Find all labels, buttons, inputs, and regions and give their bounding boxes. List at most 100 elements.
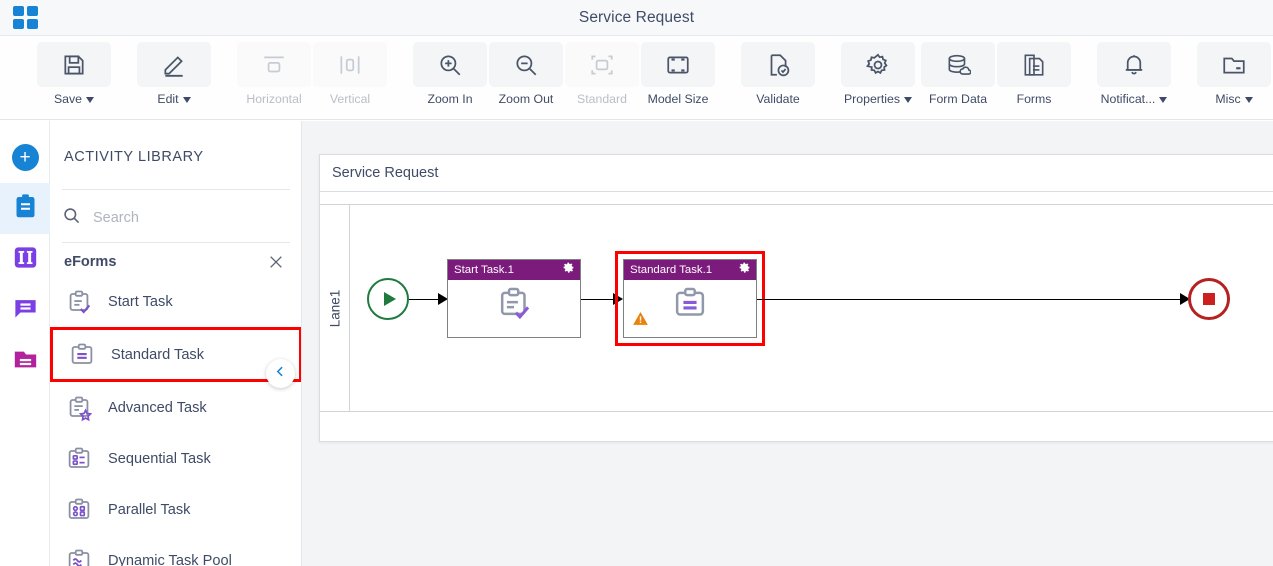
add-button[interactable]: + [0,132,50,183]
start-task-node-icon [493,283,535,330]
validate-label: Validate [756,92,800,106]
gear-icon [865,52,891,78]
folder-icon [1221,52,1247,78]
activity-item-standard-task[interactable]: Standard Task [50,327,301,382]
node-body [448,280,580,332]
model-size-label: Model Size [647,92,709,106]
gear-icon[interactable] [738,261,751,279]
activity-item-start-task[interactable]: Start Task [50,276,301,327]
panel-collapse-button[interactable] [266,359,295,388]
standard-size-icon [589,52,615,78]
node-title: Standard Task.1 [630,264,713,276]
swimlanes-button[interactable] [0,234,50,285]
activity-item-advanced-task[interactable]: Advanced Task [50,382,301,433]
lane-header: Lane1 [320,205,350,411]
form-data-label: Form Data [928,92,988,106]
divider [62,242,290,243]
activity-label: Parallel Task [108,501,191,518]
save-icon [61,52,87,78]
comments-button[interactable] [0,285,50,336]
chevron-down-icon[interactable] [1159,96,1168,103]
save-button[interactable]: Save [37,42,111,114]
grid-apps-icon[interactable] [13,6,39,30]
zoom-out-icon [513,52,539,78]
standard-label: Standard [577,92,627,106]
model-size-button[interactable]: Model Size [641,42,715,114]
node-title: Start Task.1 [454,264,514,276]
icon-rail: + [0,121,50,566]
start-event[interactable] [367,278,409,320]
activity-library-panel: ACTIVITY LIBRARY eForms [50,121,302,566]
start-task-icon [64,287,94,317]
vertical-button[interactable]: Vertical [313,42,387,114]
pool-header: Service Request [320,155,1273,192]
standard-task-icon [67,340,97,370]
zoom-out-label: Zoom Out [498,92,554,106]
validate-icon [765,52,791,78]
zoom-in-label: Zoom In [427,92,473,106]
chevron-down-icon[interactable] [182,96,191,103]
horizontal-icon [261,52,287,78]
node-body [624,280,756,332]
validate-button[interactable]: Validate [741,42,815,114]
notifications-button[interactable]: Notificat... [1097,42,1171,114]
advanced-task-icon [64,393,94,423]
standard-size-button[interactable]: Standard [565,42,639,114]
chevron-down-icon[interactable] [86,96,95,103]
misc-button[interactable]: Misc [1197,42,1271,114]
chevron-down-icon[interactable] [904,96,913,103]
play-icon [384,292,396,306]
end-event[interactable] [1188,278,1230,320]
pool-title: Service Request [332,165,439,181]
form-data-button[interactable]: Form Data [921,42,995,114]
node-header: Standard Task.1 [624,260,756,280]
properties-label: Properties [843,92,901,106]
bell-icon [1121,52,1147,78]
activity-item-sequential-task[interactable]: Sequential Task [50,433,301,484]
forms-label: Forms [1016,92,1052,106]
node-standard-task[interactable]: Standard Task.1 [623,259,757,338]
model-size-icon [665,52,691,78]
files-button[interactable] [0,336,50,387]
edit-label: Edit [157,92,179,106]
parallel-task-icon [64,495,94,525]
search-row[interactable] [62,195,290,241]
node-start-task[interactable]: Start Task.1 [447,259,581,338]
diagram-canvas[interactable]: Service Request Lane1 Start Task.1 Stand… [302,121,1273,566]
zoom-out-button[interactable]: Zoom Out [489,42,563,114]
zoom-in-button[interactable]: Zoom In [413,42,487,114]
vertical-label: Vertical [329,92,371,106]
activity-label: Dynamic Task Pool [108,552,232,566]
gear-icon[interactable] [562,261,575,279]
search-input[interactable] [91,209,271,227]
vertical-icon [337,52,363,78]
save-label: Save [53,92,83,106]
activities-button[interactable] [0,183,50,234]
activity-item-parallel-task[interactable]: Parallel Task [50,484,301,535]
chevron-down-icon[interactable] [1244,96,1253,103]
title-bar: Service Request [0,0,1273,36]
activity-item-dynamic-task-pool[interactable]: Dynamic Task Pool [50,535,301,566]
folder-filled-icon [12,346,39,378]
activity-label: Advanced Task [108,399,207,416]
page-title: Service Request [578,8,695,26]
connector[interactable] [757,298,1188,301]
lane[interactable]: Lane1 Start Task.1 Standard Task.1 [320,204,1273,412]
warning-icon [632,310,649,327]
edit-button[interactable]: Edit [137,42,211,114]
pencil-icon [161,52,187,78]
activity-label: Start Task [108,293,173,310]
forms-button[interactable]: Forms [997,42,1071,114]
activity-list: Start Task Standard Task Advanced Task S… [50,276,301,566]
lane-label: Lane1 [327,289,343,327]
lanes-icon [12,244,39,276]
divider [62,189,290,190]
database-icon [945,52,971,78]
horizontal-button[interactable]: Horizontal [237,42,311,114]
arrowhead [613,293,623,305]
close-icon[interactable] [268,254,284,270]
properties-button[interactable]: Properties [841,42,915,114]
activity-label: Standard Task [111,346,205,363]
misc-label: Misc [1215,92,1241,106]
pool-container: Service Request Lane1 Start Task.1 Stand… [319,154,1273,442]
